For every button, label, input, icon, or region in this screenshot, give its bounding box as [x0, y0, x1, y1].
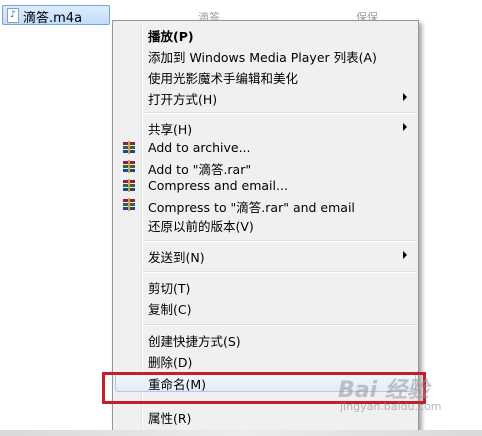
context-menu: 播放(P) 添加到 Windows Media Player 列表(A) 使用光… — [112, 20, 419, 432]
menu-item-cut[interactable]: 剪切(T) — [115, 277, 416, 296]
music-file-icon: ♪ — [7, 8, 19, 23]
menu-item-open-with[interactable]: 打开方式(H) — [115, 88, 416, 107]
winrar-icon — [123, 141, 135, 154]
menu-item-label: 共享(H) — [148, 122, 193, 137]
submenu-arrow-icon — [403, 251, 407, 259]
menu-separator — [143, 240, 416, 242]
menu-item-copy[interactable]: 复制(C) — [115, 298, 416, 317]
menu-item-restore[interactable]: 还原以前的版本(V) — [115, 215, 416, 234]
submenu-arrow-icon — [403, 123, 407, 131]
menu-item-label: 添加到 Windows Media Player 列表(A) — [148, 50, 377, 65]
file-item[interactable]: ♪ 滴答.m4a — [2, 5, 110, 26]
menu-item-share[interactable]: 共享(H) — [115, 118, 416, 137]
baidu-watermark-url: jingyan.baidu.com — [340, 400, 442, 413]
menu-item-label: Add to "滴答.rar" — [148, 162, 252, 177]
menu-item-label: Add to archive... — [148, 140, 251, 155]
menu-item-label: 创建快捷方式(S) — [148, 334, 241, 349]
menu-item-play[interactable]: 播放(P) — [115, 25, 416, 44]
menu-item-label: 使用光影魔术手编辑和美化 — [148, 71, 299, 86]
menu-item-label: 剪切(T) — [148, 281, 191, 296]
menu-separator — [143, 324, 416, 326]
menu-item-label: Compress and email... — [148, 178, 288, 193]
menu-item-send-to[interactable]: 发送到(N) — [115, 246, 416, 265]
menu-item-label: 删除(D) — [148, 355, 193, 370]
menu-item-compress-email[interactable]: Compress and email... — [115, 177, 416, 196]
menu-item-label: 打开方式(H) — [148, 92, 218, 107]
winrar-icon — [123, 160, 135, 173]
bottom-strip — [0, 430, 482, 436]
menu-item-label: Compress to "滴答.rar" and email — [148, 200, 355, 215]
menu-item-delete[interactable]: 删除(D) — [115, 351, 416, 370]
menu-separator — [143, 112, 416, 114]
winrar-icon — [123, 198, 135, 211]
menu-separator — [143, 271, 416, 273]
menu-item-add-archive[interactable]: Add to archive... — [115, 139, 416, 158]
menu-item-label: 还原以前的版本(V) — [148, 219, 254, 234]
menu-item-label: 播放(P) — [148, 29, 194, 44]
file-name: 滴答.m4a — [23, 11, 83, 26]
menu-item-label: 发送到(N) — [148, 250, 205, 265]
menu-item-compress-rar-email[interactable]: Compress to "滴答.rar" and email — [115, 196, 416, 215]
menu-item-add-to-wmp[interactable]: 添加到 Windows Media Player 列表(A) — [115, 46, 416, 65]
menu-item-label: 复制(C) — [148, 302, 192, 317]
menu-item-label: 属性(R) — [148, 411, 192, 426]
submenu-arrow-icon — [403, 93, 407, 101]
menu-item-add-rar[interactable]: Add to "滴答.rar" — [115, 158, 416, 177]
menu-item-beautify[interactable]: 使用光影魔术手编辑和美化 — [115, 67, 416, 86]
winrar-icon — [123, 179, 135, 192]
menu-item-create-shortcut[interactable]: 创建快捷方式(S) — [115, 330, 416, 349]
